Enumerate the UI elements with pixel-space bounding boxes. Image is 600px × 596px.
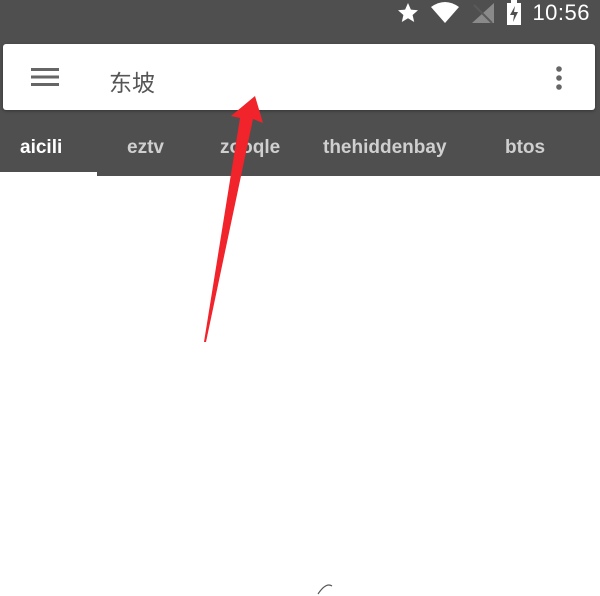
tab-bar: aicili eztv zooqle thehiddenbay btos [0, 120, 600, 176]
status-bar: 10:56 [0, 0, 600, 34]
tab-indicator [0, 172, 97, 176]
hamburger-menu-icon[interactable] [25, 60, 65, 94]
tab-thehiddenbay[interactable]: thehiddenbay [323, 120, 447, 176]
more-vertical-icon[interactable] [547, 62, 571, 94]
signal-icon [470, 1, 496, 25]
star-icon [396, 1, 420, 25]
tab-aicili[interactable]: aicili [20, 120, 62, 176]
search-bar[interactable]: 东坡 [3, 44, 595, 110]
scribble-mark [317, 584, 333, 595]
tab-eztv[interactable]: eztv [127, 120, 164, 176]
tab-btos[interactable]: btos [505, 120, 545, 176]
battery-charging-icon [506, 0, 522, 26]
search-query[interactable]: 东坡 [109, 64, 155, 98]
tab-zooqle[interactable]: zooqle [220, 120, 280, 176]
status-icons: 10:56 [396, 0, 590, 26]
status-time: 10:56 [532, 0, 590, 25]
wifi-icon [430, 1, 460, 25]
